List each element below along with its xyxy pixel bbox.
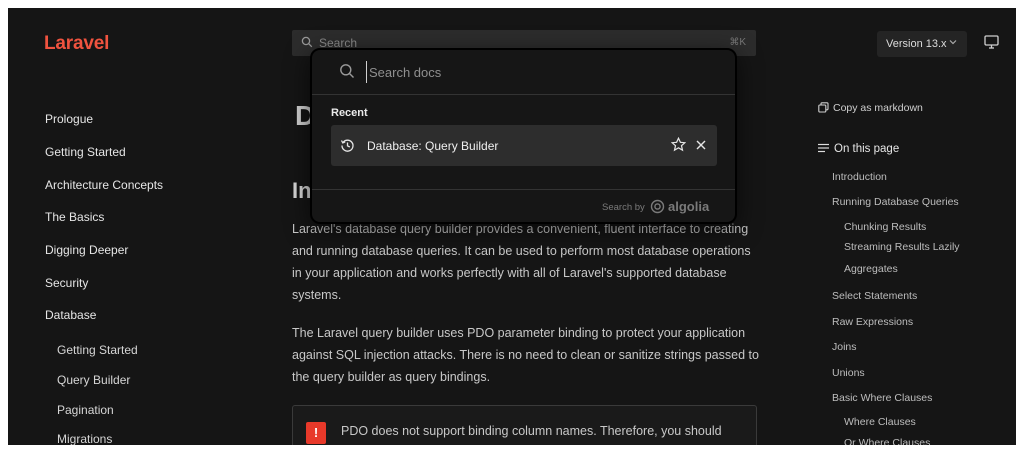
toc-item[interactable]: Joins: [832, 341, 857, 353]
sidebar-subitem-getting-started[interactable]: Getting Started: [57, 343, 138, 357]
callout-text: PDO does not support binding column name…: [341, 424, 722, 438]
paragraph-line: the query builder as query bindings.: [292, 370, 491, 384]
paragraph-line: The Laravel query builder uses PDO param…: [292, 326, 746, 340]
toc-item[interactable]: Basic Where Clauses: [832, 392, 932, 404]
toc-item[interactable]: Chunking Results: [844, 221, 926, 233]
star-icon[interactable]: [670, 136, 687, 157]
sidebar-item-the-basics[interactable]: The Basics: [45, 210, 104, 224]
sidebar-subitem-migrations[interactable]: Migrations: [57, 432, 112, 445]
close-icon[interactable]: [695, 138, 707, 156]
algolia-icon: [650, 199, 665, 219]
intro-paragraph: Laravel's database query builder provide…: [292, 218, 762, 306]
sidebar-item-digging-deeper[interactable]: Digging Deeper: [45, 243, 128, 257]
warning-callout: ! PDO does not support binding column na…: [292, 405, 757, 445]
copy-markdown-button[interactable]: Copy as markdown: [818, 102, 923, 116]
toc-item[interactable]: Where Clauses: [844, 416, 916, 428]
paragraph-line: in your application and works perfectly …: [292, 266, 727, 280]
version-label: Version 13.x: [886, 38, 947, 50]
sidebar-item-architecture-concepts[interactable]: Architecture Concepts: [45, 178, 163, 192]
monitor-icon[interactable]: [984, 35, 999, 54]
recent-search-hit[interactable]: Database: Query Builder: [331, 125, 717, 166]
toc-item[interactable]: Aggregates: [844, 263, 898, 275]
recent-hit-title: Database: Query Builder: [367, 139, 499, 153]
warning-icon: !: [306, 422, 326, 444]
version-select[interactable]: Version 13.x: [877, 31, 967, 57]
sidebar-subitem-query-builder[interactable]: Query Builder: [57, 373, 130, 387]
toc-item[interactable]: Streaming Results Lazily: [844, 241, 960, 253]
list-icon: [818, 143, 829, 156]
paragraph-line: against SQL injection attacks. There is …: [292, 348, 759, 362]
search-shortcut: ⌘K: [729, 37, 746, 48]
toc-item[interactable]: Unions: [832, 367, 865, 379]
bindings-paragraph: The Laravel query builder uses PDO param…: [292, 322, 762, 388]
sidebar-item-prologue[interactable]: Prologue: [45, 112, 93, 126]
sidebar-subitem-pagination[interactable]: Pagination: [57, 403, 114, 417]
copy-markdown-label: Copy as markdown: [833, 102, 923, 114]
search-form: [312, 50, 735, 95]
section-heading: In: [292, 178, 312, 203]
paragraph-line: systems.: [292, 288, 342, 302]
copy-icon: [818, 102, 829, 116]
toc-item[interactable]: Introduction: [832, 171, 887, 183]
search-modal: Recent Database: Query Builder Search by…: [310, 48, 737, 224]
toc-item[interactable]: Raw Expressions: [832, 316, 913, 328]
sidebar-item-database[interactable]: Database: [45, 308, 96, 322]
chevron-down-icon: [948, 37, 958, 50]
search-docs-input[interactable]: [366, 61, 696, 83]
laravel-logo[interactable]: Laravel: [44, 33, 109, 55]
sidebar-item-getting-started[interactable]: Getting Started: [45, 145, 126, 159]
docs-page: Laravel Search ⌘K Version 13.x Prologue …: [8, 8, 1016, 445]
on-this-page-heading: On this page: [818, 143, 899, 156]
toc-item[interactable]: Or Where Clauses: [844, 437, 930, 445]
paragraph-line: and running database queries. It can be …: [292, 244, 751, 258]
search-icon: [339, 63, 355, 84]
sidebar-item-security[interactable]: Security: [45, 276, 88, 290]
recent-heading: Recent: [331, 107, 368, 119]
toc-item[interactable]: Running Database Queries: [832, 196, 959, 208]
history-icon: [340, 138, 355, 158]
search-footer: Search by algolia: [312, 189, 735, 222]
toc-item[interactable]: Select Statements: [832, 290, 917, 302]
on-this-page-label: On this page: [834, 143, 900, 155]
search-by-label: Search by: [602, 202, 645, 213]
algolia-logo[interactable]: algolia: [668, 199, 709, 214]
